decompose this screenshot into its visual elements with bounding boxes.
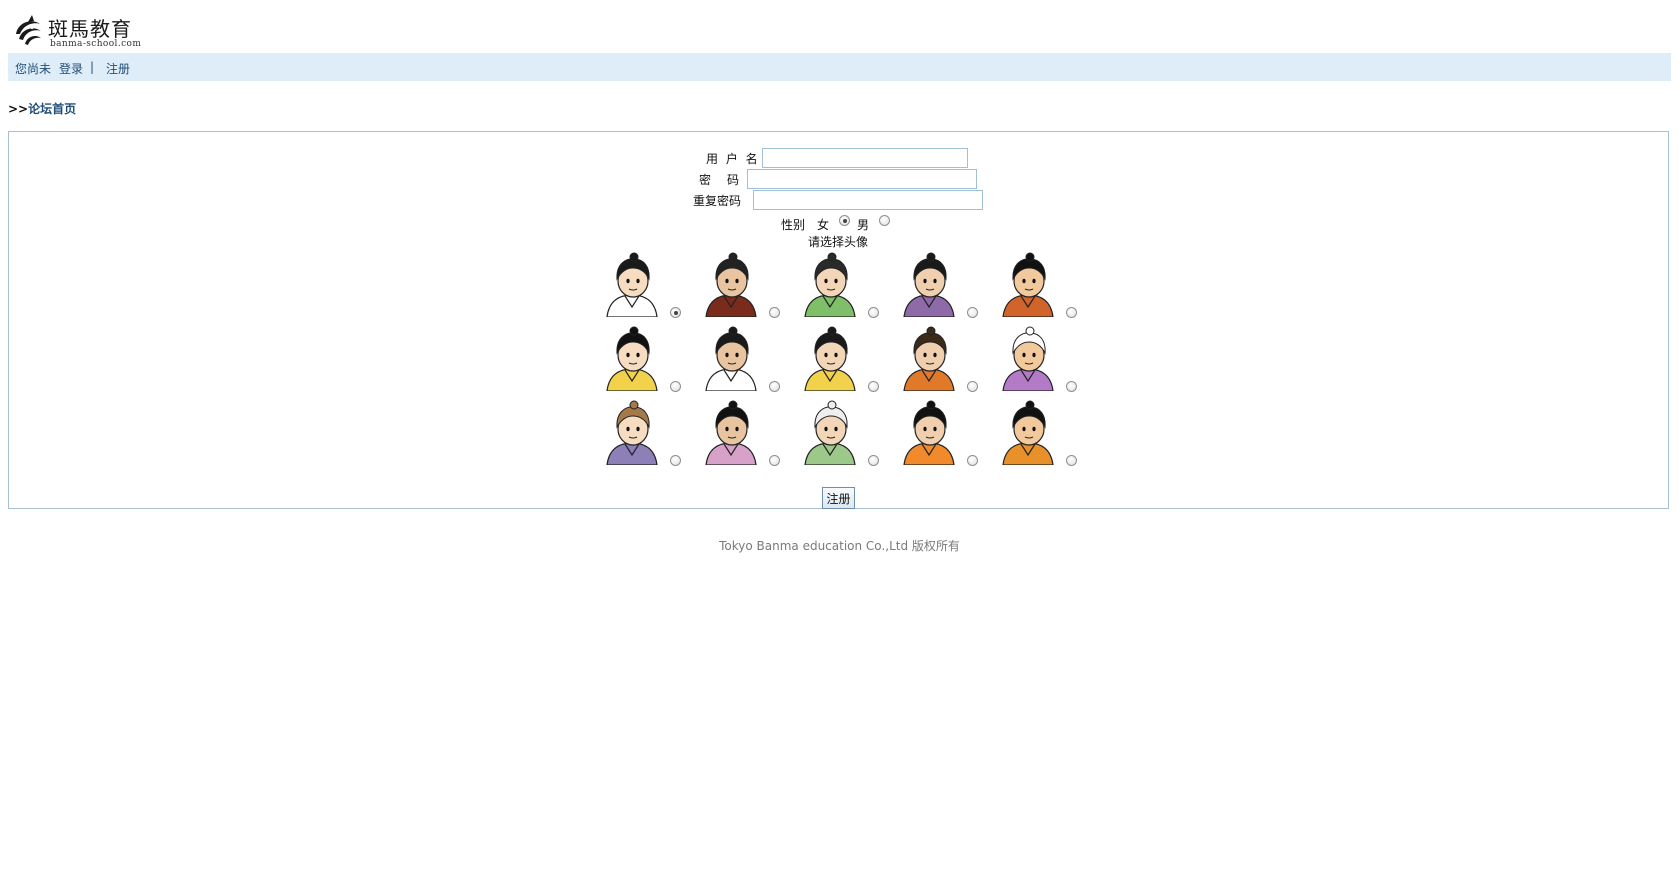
avatar-3[interactable] <box>795 251 865 317</box>
logo-title: 斑馬教育 <box>48 17 132 41</box>
site-logo[interactable]: 斑馬教育 banma-school.com <box>10 12 141 49</box>
character-portrait-icon <box>903 400 955 465</box>
user-status-bar: 您尚未 登录 | 注册 <box>8 53 1671 81</box>
repeat-password-label: 重复密码 <box>693 194 742 208</box>
character-portrait-icon <box>705 400 757 465</box>
avatar-prompt: 请选择头像 <box>808 235 869 249</box>
character-portrait-icon <box>606 400 658 465</box>
character-portrait-icon <box>903 252 955 317</box>
character-portrait-icon <box>705 326 757 391</box>
repeat-password-input[interactable] <box>753 190 983 210</box>
login-link[interactable]: 登录 <box>59 60 83 77</box>
avatar-12-radio[interactable] <box>769 455 780 466</box>
avatar-5[interactable] <box>993 251 1063 317</box>
avatar-13-radio[interactable] <box>868 455 879 466</box>
character-portrait-icon <box>1002 400 1054 465</box>
gender-male-label: 男 <box>857 218 870 232</box>
avatar-2[interactable] <box>696 251 766 317</box>
avatar-15-radio[interactable] <box>1066 455 1077 466</box>
avatar-15[interactable] <box>993 399 1063 465</box>
character-portrait-icon <box>903 326 955 391</box>
topbar-separator: | <box>90 60 95 74</box>
avatar-10[interactable] <box>993 325 1063 391</box>
character-portrait-icon <box>804 400 856 465</box>
avatar-5-radio[interactable] <box>1066 307 1077 318</box>
character-portrait-icon <box>804 326 856 391</box>
footer-copyright: Tokyo Banma education Co.,Ltd 版权所有 <box>719 539 960 553</box>
avatar-11[interactable] <box>597 399 667 465</box>
avatar-14-radio[interactable] <box>967 455 978 466</box>
avatar-4-radio[interactable] <box>967 307 978 318</box>
register-submit-button[interactable]: 注册 <box>822 487 855 509</box>
avatar-13[interactable] <box>795 399 865 465</box>
avatar-14[interactable] <box>894 399 964 465</box>
avatar-6[interactable] <box>597 325 667 391</box>
breadcrumb-home-link[interactable]: 论坛首页 <box>28 102 76 116</box>
avatar-8[interactable] <box>795 325 865 391</box>
avatar-6-radio[interactable] <box>670 381 681 392</box>
avatar-12[interactable] <box>696 399 766 465</box>
zebra-logo-icon <box>13 15 43 46</box>
avatar-9[interactable] <box>894 325 964 391</box>
register-link[interactable]: 注册 <box>106 60 130 77</box>
character-portrait-icon <box>606 252 658 317</box>
avatar-8-radio[interactable] <box>868 381 879 392</box>
character-portrait-icon <box>804 252 856 317</box>
avatar-3-radio[interactable] <box>868 307 879 318</box>
avatar-10-radio[interactable] <box>1066 381 1077 392</box>
gender-female-radio[interactable] <box>839 215 850 226</box>
gender-male-radio[interactable] <box>879 215 890 226</box>
avatar-4[interactable] <box>894 251 964 317</box>
gender-female-label: 女 <box>817 218 830 232</box>
breadcrumb-arrows: >> <box>8 102 29 116</box>
avatar-11-radio[interactable] <box>670 455 681 466</box>
breadcrumb: >>论坛首页 <box>8 100 76 117</box>
avatar-7-radio[interactable] <box>769 381 780 392</box>
avatar-9-radio[interactable] <box>967 381 978 392</box>
character-portrait-icon <box>705 252 757 317</box>
page: 斑馬教育 banma-school.com 您尚未 登录 | 注册 >>论坛首页… <box>0 0 1679 885</box>
avatar-2-radio[interactable] <box>769 307 780 318</box>
logo-subtitle: banma-school.com <box>50 39 142 49</box>
character-portrait-icon <box>1002 326 1054 391</box>
avatar-1-radio[interactable] <box>670 307 681 318</box>
password-input[interactable] <box>747 169 977 189</box>
avatar-7[interactable] <box>696 325 766 391</box>
character-portrait-icon <box>606 326 658 391</box>
avatar-1[interactable] <box>597 251 667 317</box>
character-portrait-icon <box>1002 252 1054 317</box>
username-input[interactable] <box>762 148 968 168</box>
password-label: 密 码 <box>699 173 742 187</box>
username-label: 用 户 名 <box>706 152 760 166</box>
login-status-text: 您尚未 <box>15 62 52 76</box>
gender-label: 性别 <box>781 218 806 232</box>
